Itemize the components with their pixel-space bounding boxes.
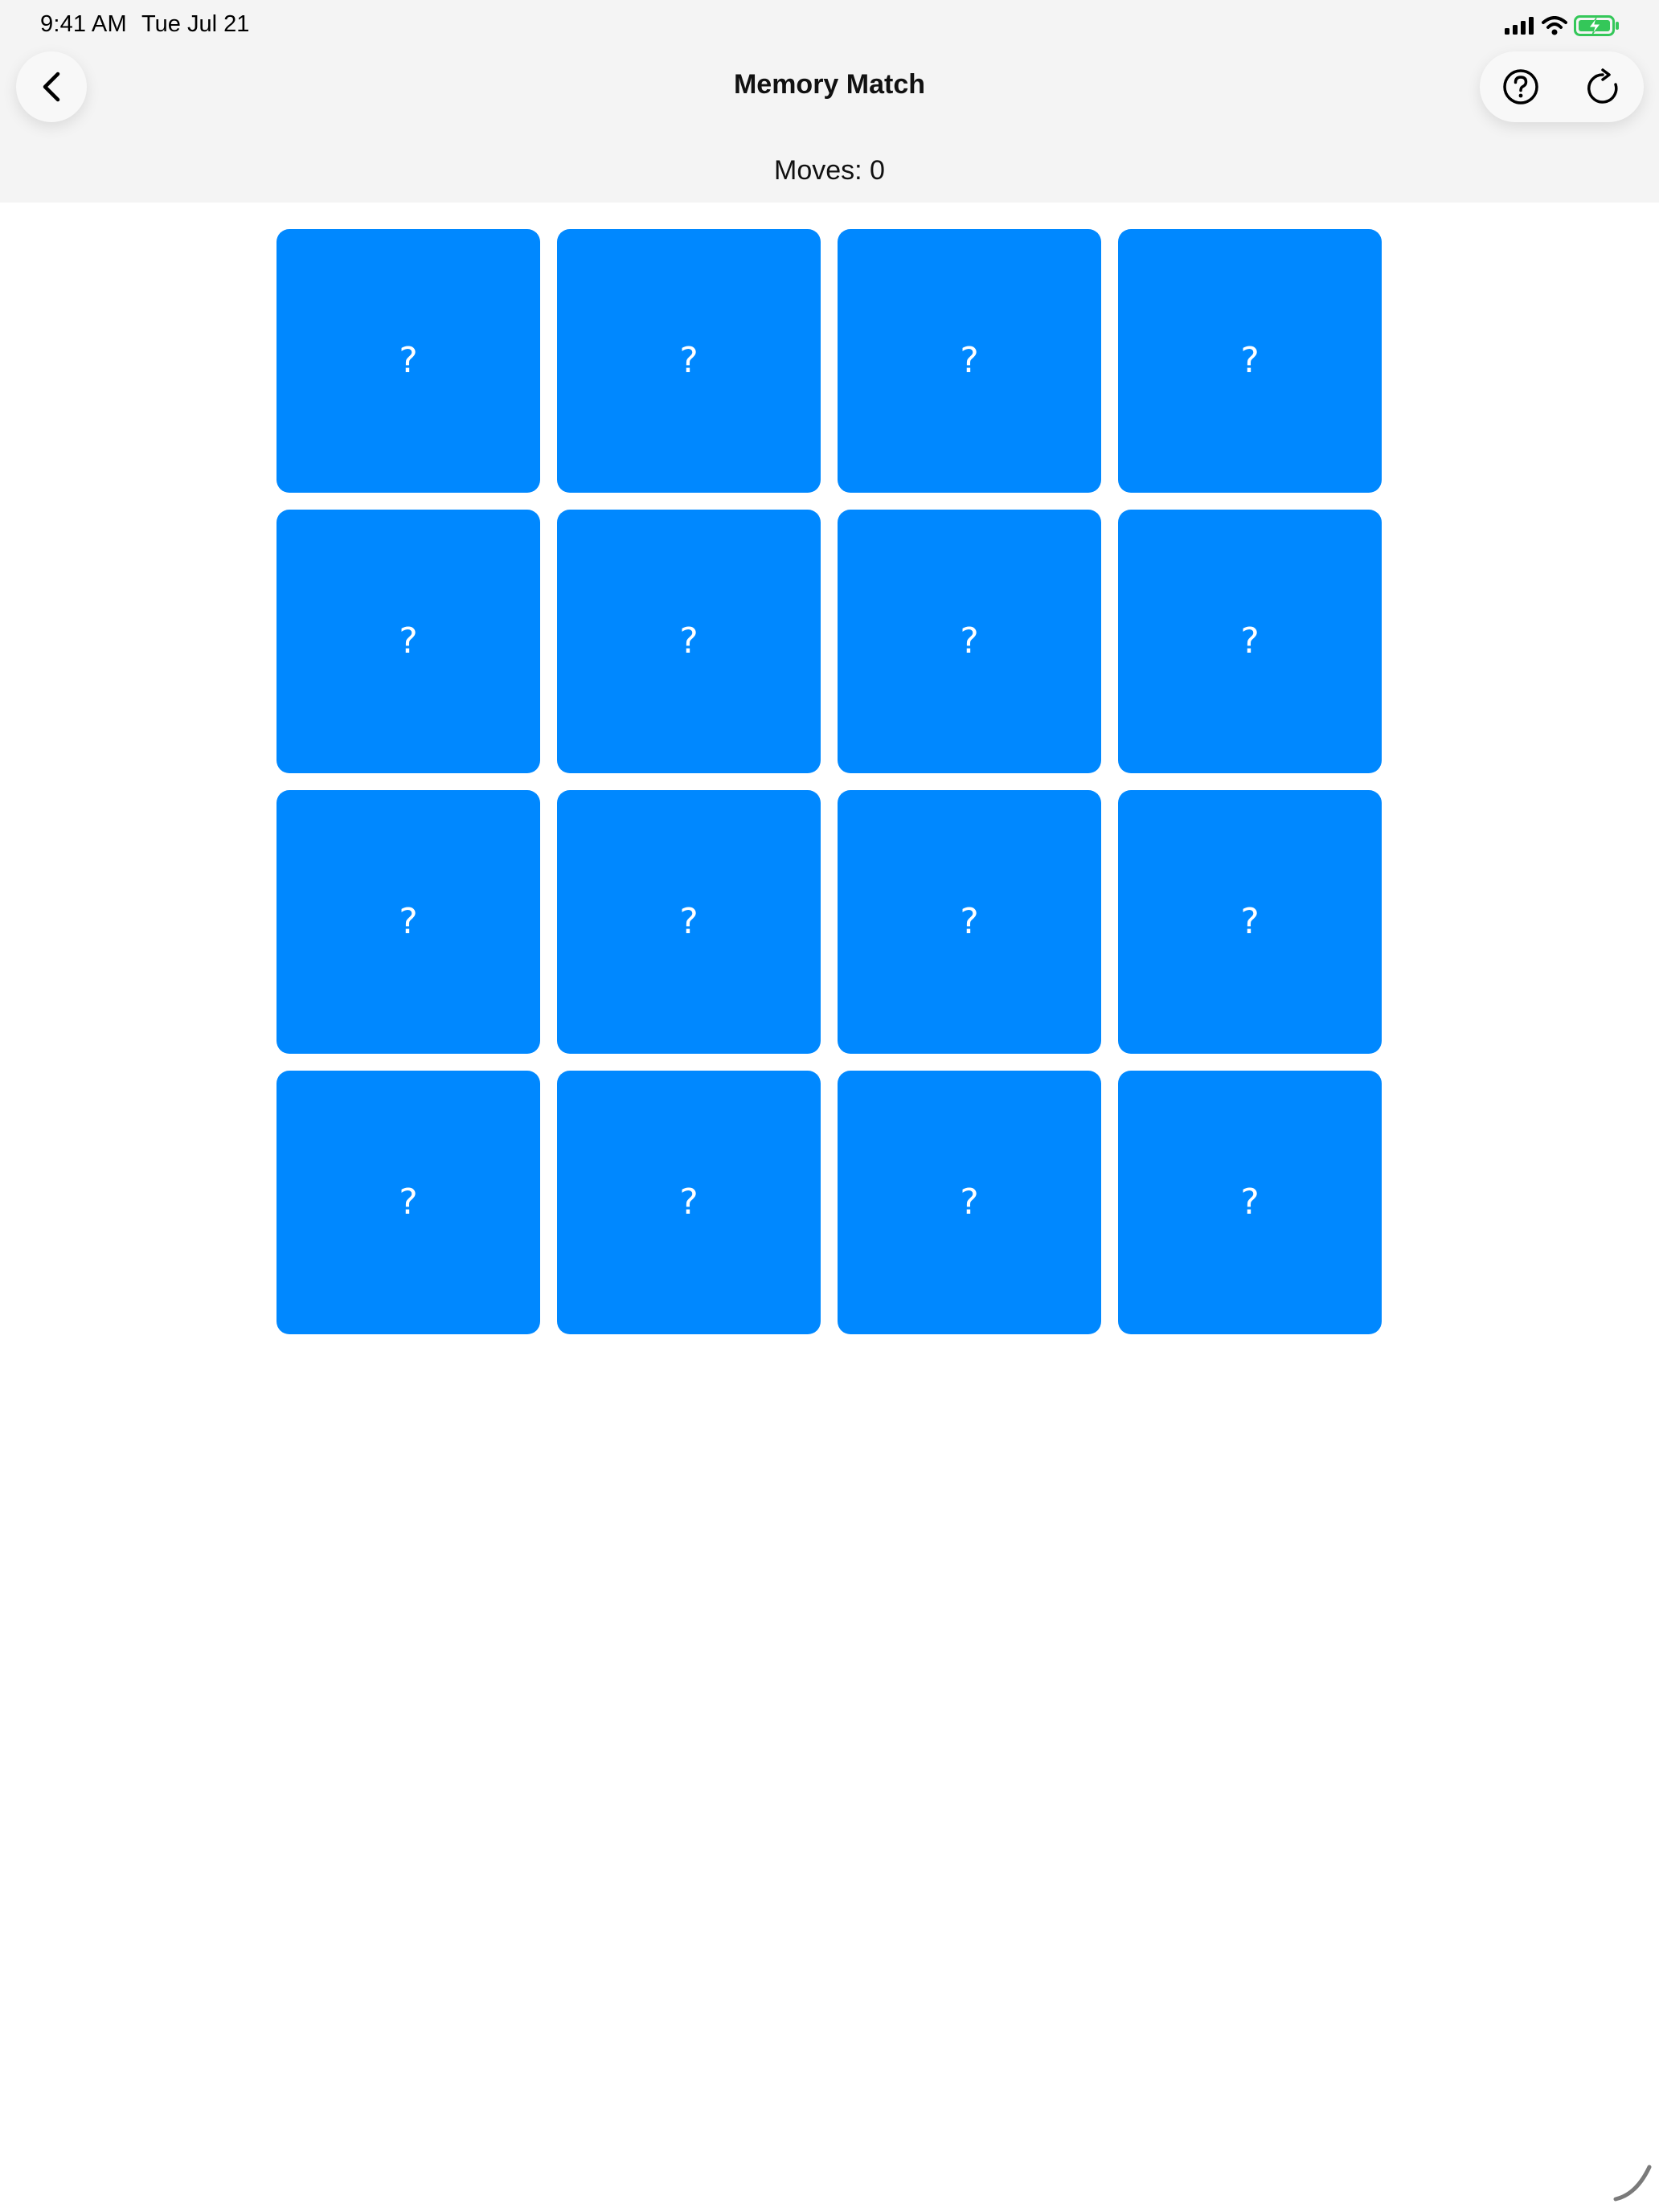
arrow-clockwise-icon: [1587, 68, 1618, 104]
memory-card[interactable]: ?: [276, 229, 540, 493]
memory-card[interactable]: ?: [838, 1071, 1101, 1334]
card-question-mark: ?: [399, 340, 418, 381]
status-date: Tue Jul 21: [141, 11, 250, 37]
card-question-mark: ?: [679, 340, 698, 381]
card-question-mark: ?: [960, 340, 979, 381]
card-question-mark: ?: [399, 1182, 418, 1223]
game-board: ????????????????: [276, 229, 1382, 1335]
card-question-mark: ?: [960, 1182, 979, 1223]
memory-card[interactable]: ?: [276, 510, 540, 773]
reset-button[interactable]: [1562, 51, 1644, 122]
battery-charging-icon: [1574, 15, 1619, 36]
toolbar-pill: [1480, 51, 1644, 122]
memory-card[interactable]: ?: [838, 229, 1101, 493]
memory-card[interactable]: ?: [838, 510, 1101, 773]
page-title: Memory Match: [733, 69, 926, 100]
question-circle-icon: [1503, 69, 1538, 104]
memory-card[interactable]: ?: [1118, 229, 1382, 493]
card-question-mark: ?: [1240, 340, 1260, 381]
card-question-mark: ?: [679, 901, 698, 942]
memory-card[interactable]: ?: [557, 790, 821, 1054]
cellular-signal-icon: [1505, 17, 1534, 35]
status-time: 9:41 AM: [40, 11, 127, 37]
status-icons: [1505, 13, 1620, 39]
help-button[interactable]: [1480, 51, 1562, 122]
memory-card[interactable]: ?: [1118, 1071, 1382, 1334]
card-question-mark: ?: [679, 1182, 698, 1223]
card-question-mark: ?: [960, 621, 979, 662]
scroll-indicator: [1613, 2165, 1652, 2202]
memory-card[interactable]: ?: [1118, 790, 1382, 1054]
memory-card[interactable]: ?: [838, 790, 1101, 1054]
card-question-mark: ?: [1240, 1182, 1260, 1223]
card-question-mark: ?: [1240, 621, 1260, 662]
card-question-mark: ?: [399, 621, 418, 662]
memory-card[interactable]: ?: [557, 510, 821, 773]
memory-card[interactable]: ?: [276, 790, 540, 1054]
card-question-mark: ?: [679, 621, 698, 662]
card-question-mark: ?: [399, 901, 418, 942]
card-question-mark: ?: [960, 901, 979, 942]
memory-card[interactable]: ?: [276, 1071, 540, 1334]
wifi-icon: [1542, 16, 1567, 35]
memory-card[interactable]: ?: [557, 1071, 821, 1334]
card-question-mark: ?: [1240, 901, 1260, 942]
top-bar: 9:41 AM Tue Jul 21 Memory Match Moves: 0: [0, 0, 1659, 203]
memory-card[interactable]: ?: [557, 229, 821, 493]
memory-card[interactable]: ?: [1118, 510, 1382, 773]
moves-counter: Moves: 0: [774, 155, 885, 186]
